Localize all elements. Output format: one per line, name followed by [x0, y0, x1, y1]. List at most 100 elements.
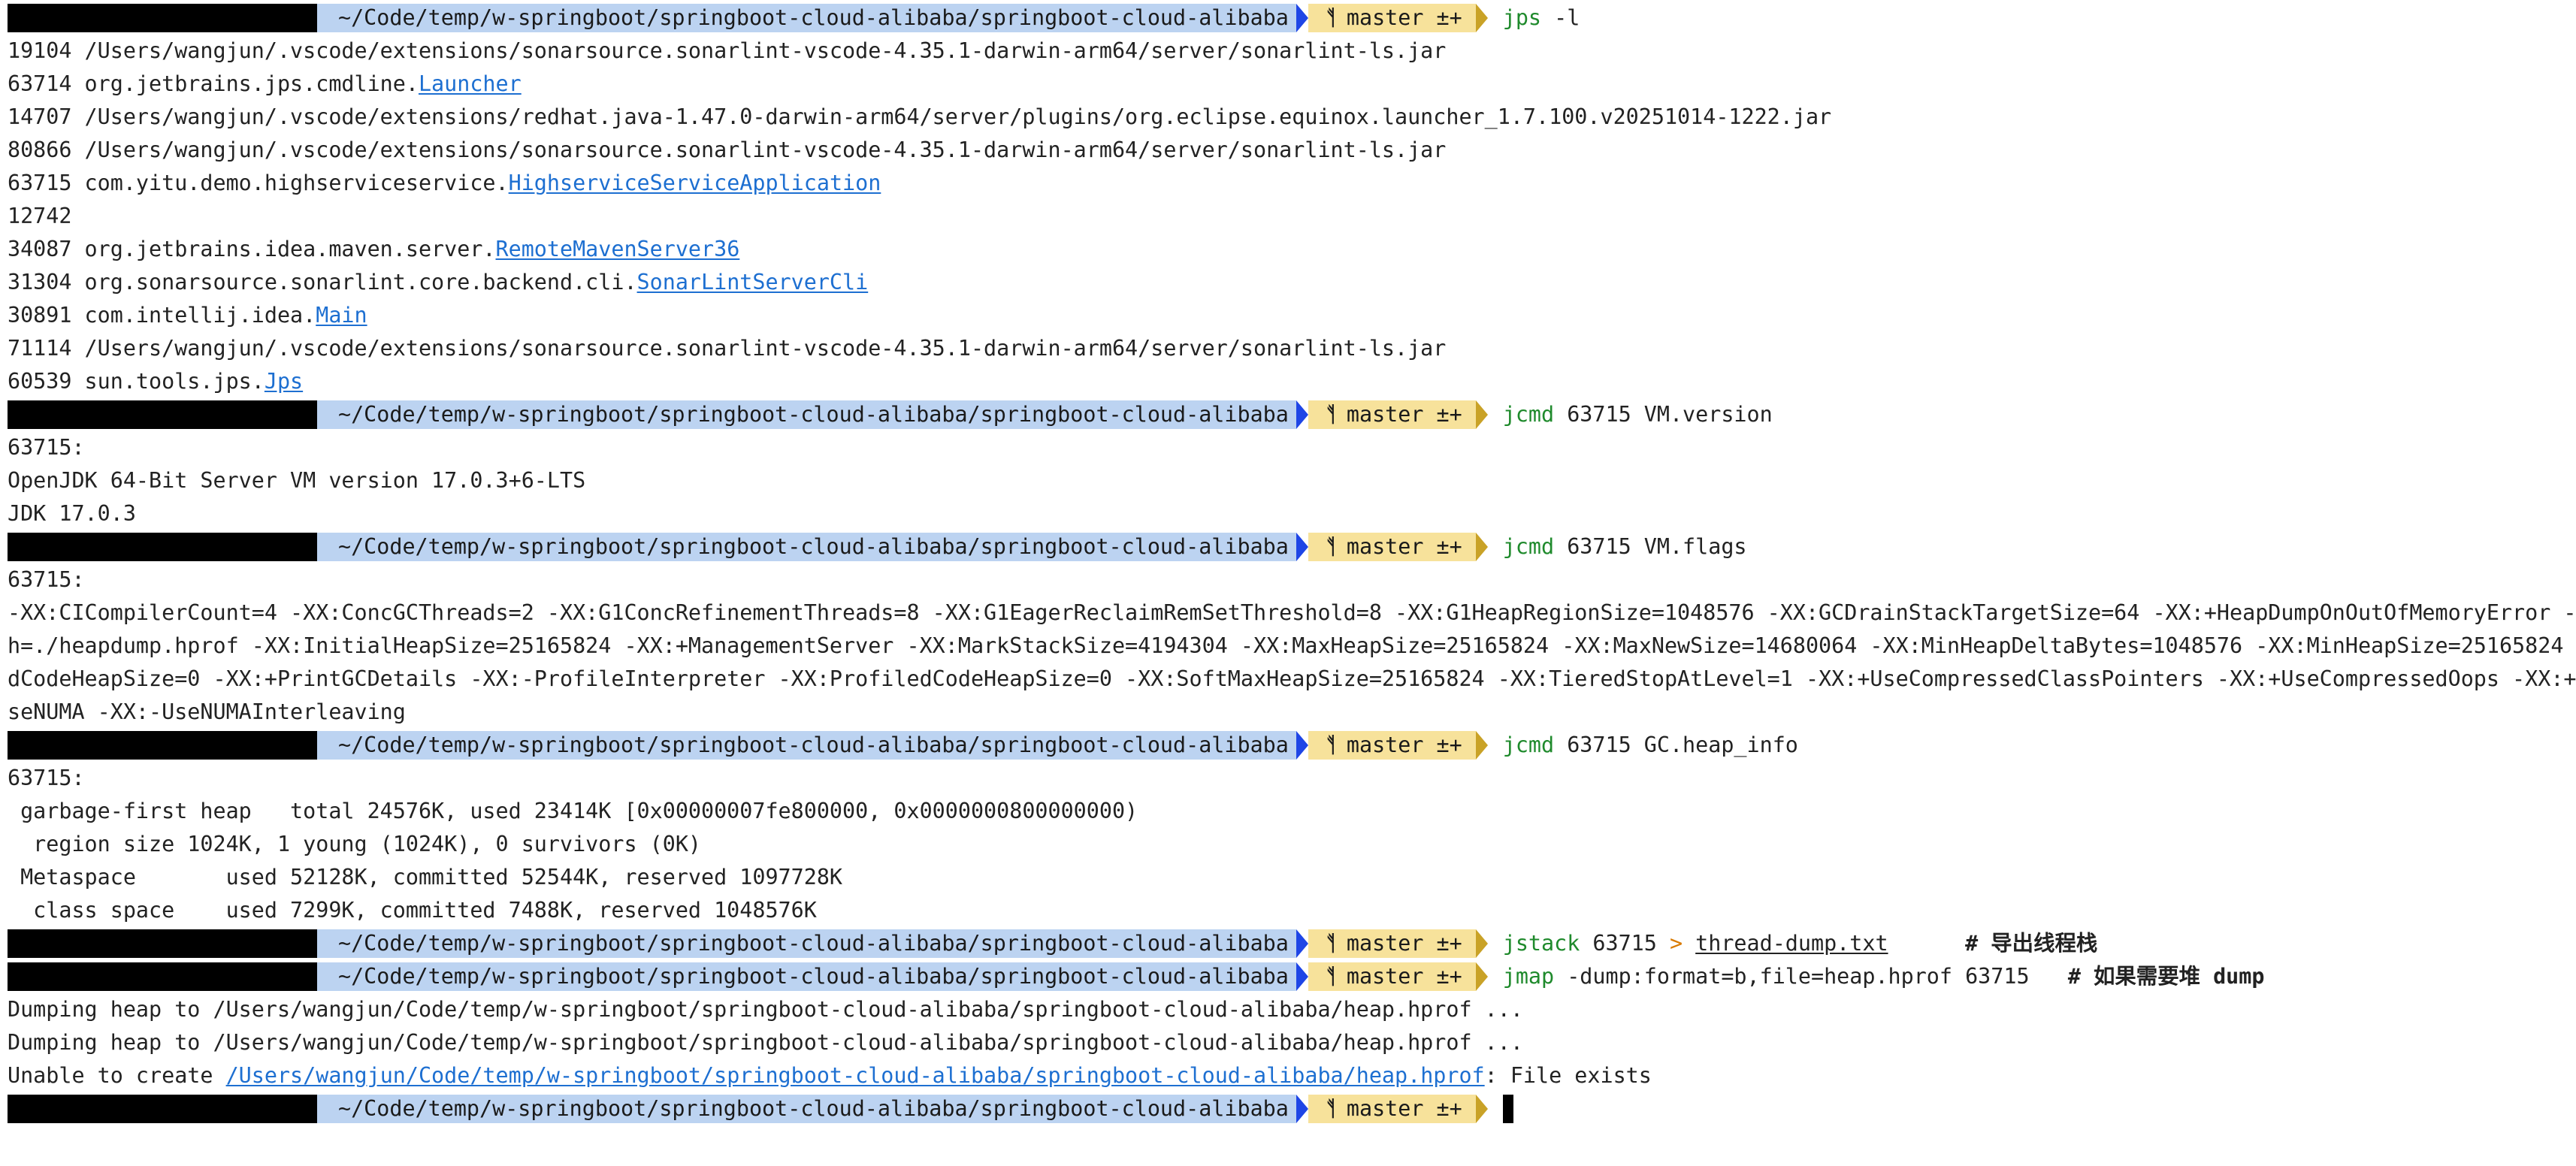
prompt-user-segment	[8, 962, 317, 991]
command-name: jcmd	[1502, 733, 1555, 757]
prompt-separator-icon	[1296, 962, 1308, 991]
output-line: Dumping heap to /Users/wangjun/Code/temp…	[8, 1026, 1523, 1059]
output-line: 63715:	[8, 563, 85, 597]
redirect-target-file[interactable]: thread-dump.txt	[1695, 931, 1888, 956]
prompt-line: ~/Code/temp/w-springboot/springboot-clou…	[8, 2, 1580, 35]
output-line: 63715:	[8, 762, 85, 795]
git-branch-icon: ᚠ	[1324, 5, 1338, 30]
git-branch-icon: ᚠ	[1324, 733, 1338, 757]
command-name: jmap	[1502, 964, 1555, 989]
output-line: Unable to create /Users/wangjun/Code/tem…	[8, 1059, 1652, 1092]
command-comment: # 导出线程栈	[1888, 931, 2098, 956]
output-line: 12742	[8, 200, 71, 233]
output-text: OpenJDK 64-Bit Server VM version 17.0.3+…	[8, 468, 586, 493]
prompt-line: ~/Code/temp/w-springboot/springboot-clou…	[8, 1092, 1513, 1125]
command-text: jcmd 63715 VM.flags	[1488, 530, 1747, 563]
command-name: jcmd	[1502, 402, 1555, 427]
command-args: -dump:format=b,file=heap.hprof 63715	[1554, 964, 2068, 989]
prompt-git-segment: ᚠ master ±+	[1308, 400, 1476, 429]
prompt-user-segment	[8, 1095, 317, 1123]
command-text: jps -l	[1488, 2, 1580, 35]
prompt-separator-icon	[1296, 533, 1308, 561]
output-text: h=./heapdump.hprof -XX:InitialHeapSize=2…	[8, 633, 2576, 658]
prompt-directory: ~/Code/temp/w-springboot/springboot-clou…	[317, 962, 1296, 991]
prompt-git-segment: ᚠ master ±+	[1308, 731, 1476, 760]
prompt-line: ~/Code/temp/w-springboot/springboot-clou…	[8, 530, 1747, 563]
prompt-separator-icon	[1475, 962, 1488, 991]
prompt-separator-icon	[1296, 400, 1308, 429]
command-args: -l	[1541, 5, 1580, 30]
output-line: OpenJDK 64-Bit Server VM version 17.0.3+…	[8, 464, 585, 497]
command-name: jstack	[1502, 931, 1580, 956]
output-link[interactable]: /Users/wangjun/Code/temp/w-springboot/sp…	[226, 1063, 1485, 1088]
command-text: jcmd 63715 VM.version	[1488, 398, 1773, 431]
output-link[interactable]: Launcher	[419, 71, 522, 96]
prompt-separator-icon	[1475, 1095, 1488, 1123]
output-line: 63714 org.jetbrains.jps.cmdline.Launcher	[8, 68, 522, 101]
output-line: 30891 com.intellij.idea.Main	[8, 299, 367, 332]
prompt-git-segment: ᚠ master ±+	[1308, 929, 1476, 958]
output-text: seNUMA -XX:-UseNUMAInterleaving	[8, 699, 406, 724]
output-text: 80866 /Users/wangjun/.vscode/extensions/…	[8, 137, 1447, 162]
git-branch-icon: ᚠ	[1324, 402, 1338, 427]
prompt-user-segment	[8, 731, 317, 760]
output-text: 14707 /Users/wangjun/.vscode/extensions/…	[8, 104, 1832, 129]
output-text: garbage-first heap total 24576K, used 23…	[8, 799, 1138, 823]
output-text: 63715:	[8, 567, 85, 592]
output-text: 60539 sun.tools.jps.	[8, 369, 265, 394]
prompt-separator-icon	[1296, 1095, 1308, 1123]
output-text: dCodeHeapSize=0 -XX:+PrintGCDetails -XX:…	[8, 666, 2576, 691]
git-branch-icon: ᚠ	[1324, 931, 1338, 956]
prompt-directory: ~/Code/temp/w-springboot/springboot-clou…	[317, 4, 1296, 32]
prompt-separator-icon	[1475, 400, 1488, 429]
git-branch-name: master ±+	[1346, 1096, 1462, 1121]
prompt-line: ~/Code/temp/w-springboot/springboot-clou…	[8, 960, 2264, 993]
output-text: Dumping heap to /Users/wangjun/Code/temp…	[8, 997, 1523, 1022]
command-args: 63715 VM.version	[1554, 402, 1773, 427]
prompt-user-segment	[8, 400, 317, 429]
prompt-directory: ~/Code/temp/w-springboot/springboot-clou…	[317, 533, 1296, 561]
prompt-git-segment: ᚠ master ±+	[1308, 962, 1476, 991]
prompt-separator-icon	[1475, 533, 1488, 561]
output-line: -XX:CICompilerCount=4 -XX:ConcGCThreads=…	[8, 597, 2576, 630]
output-link[interactable]: Main	[316, 303, 367, 328]
output-line: 60539 sun.tools.jps.Jps	[8, 365, 303, 398]
prompt-git-segment: ᚠ master ±+	[1308, 1095, 1476, 1123]
output-link[interactable]: RemoteMavenServer36	[496, 237, 740, 261]
git-branch-name: master ±+	[1346, 5, 1462, 30]
command-args: 63715 VM.flags	[1554, 534, 1747, 559]
output-line: JDK 17.0.3	[8, 497, 136, 530]
output-text: region size 1024K, 1 young (1024K), 0 su…	[8, 832, 702, 856]
prompt-user-segment	[8, 4, 317, 32]
output-text: Unable to create	[8, 1063, 226, 1088]
output-line: 71114 /Users/wangjun/.vscode/extensions/…	[8, 332, 1446, 365]
prompt-separator-icon	[1296, 731, 1308, 760]
prompt-separator-icon	[1475, 731, 1488, 760]
prompt-git-segment: ᚠ master ±+	[1308, 533, 1476, 561]
prompt-directory: ~/Code/temp/w-springboot/springboot-clou…	[317, 929, 1296, 958]
output-link[interactable]: SonarLintServerCli	[637, 270, 869, 295]
output-link[interactable]: HighserviceServiceApplication	[509, 171, 881, 195]
prompt-separator-icon	[1296, 4, 1308, 32]
prompt-user-segment	[8, 929, 317, 958]
output-line: class space used 7299K, committed 7488K,…	[8, 894, 817, 927]
output-text: 19104 /Users/wangjun/.vscode/extensions/…	[8, 38, 1447, 63]
output-text: Dumping heap to /Users/wangjun/Code/temp…	[8, 1030, 1523, 1055]
redirect-operator: >	[1669, 931, 1683, 956]
prompt-user-segment	[8, 533, 317, 561]
git-branch-name: master ±+	[1346, 402, 1462, 427]
git-branch-icon: ᚠ	[1324, 964, 1338, 989]
output-text: 31304 org.sonarsource.sonarlint.core.bac…	[8, 270, 637, 295]
git-branch-name: master ±+	[1346, 733, 1462, 757]
output-text: class space used 7299K, committed 7488K,…	[8, 898, 817, 923]
output-line: garbage-first heap total 24576K, used 23…	[8, 795, 1138, 828]
prompt-line: ~/Code/temp/w-springboot/springboot-clou…	[8, 927, 2097, 960]
terminal-cursor[interactable]	[1502, 1095, 1513, 1123]
output-text: 63714 org.jetbrains.jps.cmdline.	[8, 71, 419, 96]
terminal-window[interactable]: ~/Code/temp/w-springboot/springboot-clou…	[0, 0, 2576, 1166]
output-text: 71114 /Users/wangjun/.vscode/extensions/…	[8, 336, 1447, 361]
command-text: jmap -dump:format=b,file=heap.hprof 6371…	[1488, 960, 2265, 993]
prompt-separator-icon	[1475, 4, 1488, 32]
output-link[interactable]: Jps	[265, 369, 303, 394]
output-text: 12742	[8, 204, 72, 228]
